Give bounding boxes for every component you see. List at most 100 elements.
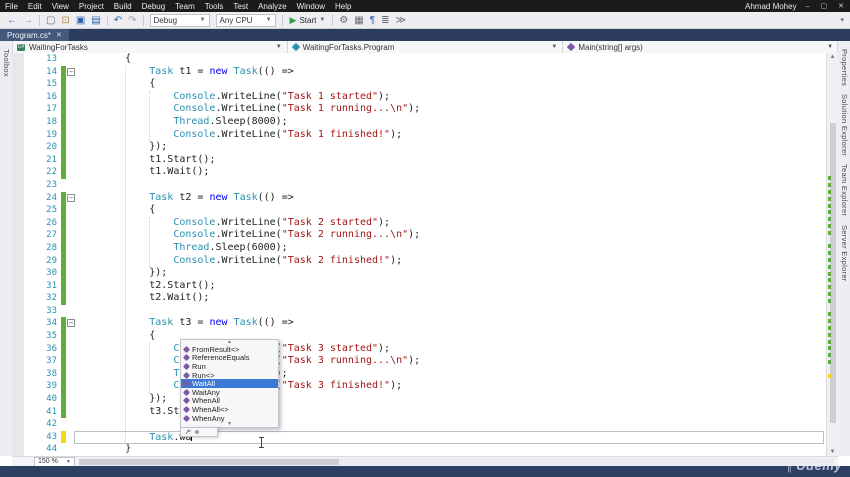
project-dropdown[interactable]: C# WaitingForTasks ▼	[12, 41, 288, 53]
code-line[interactable]: 23	[12, 178, 826, 192]
save-all-icon[interactable]: ▤	[88, 13, 103, 28]
menu-item-test[interactable]: Test	[228, 2, 253, 11]
sidebar-tab-toolbox[interactable]: Toolbox	[2, 49, 11, 77]
code-line[interactable]: 26 Console.WriteLine("Task 2 started");	[12, 216, 826, 230]
breakpoint-gutter[interactable]	[12, 241, 24, 255]
code-line[interactable]: 22 t1.Wait();	[12, 166, 826, 179]
breakpoint-gutter[interactable]	[12, 166, 24, 179]
menu-item-team[interactable]: Team	[170, 2, 200, 11]
code-line[interactable]: 42	[12, 418, 826, 431]
sidebar-tab-server-explorer[interactable]: Server Explorer	[840, 225, 849, 282]
intellisense-item-run[interactable]: Run	[181, 362, 278, 371]
member-dropdown[interactable]: Main(string[] args) ▼	[563, 41, 838, 53]
vertical-scrollbar[interactable]: ▲ ▼	[826, 53, 838, 456]
code-line[interactable]: 38Thread.Sleep(4000);	[12, 367, 826, 381]
nav-back-icon[interactable]: ←	[4, 13, 20, 28]
breakpoint-gutter[interactable]	[12, 229, 24, 242]
code-line[interactable]: 17 Console.WriteLine("Task 1 running...\n…	[12, 103, 826, 116]
breakpoint-gutter[interactable]	[12, 367, 24, 381]
code-line[interactable]: 20});	[12, 141, 826, 154]
breakpoint-gutter[interactable]	[12, 304, 24, 318]
code-line[interactable]: 37Console.WriteLine("Task 3 running...\n…	[12, 355, 826, 368]
collapse-icon[interactable]: −	[67, 193, 75, 202]
breakpoint-gutter[interactable]	[12, 418, 24, 431]
menu-item-project[interactable]: Project	[74, 2, 109, 11]
nav-forward-icon[interactable]: →	[20, 13, 36, 28]
open-file-icon[interactable]: ⊡	[58, 13, 72, 28]
start-debug-button[interactable]: ▶ Start ▼	[286, 15, 330, 26]
intellisense-item-waitany[interactable]: WaitAny	[181, 388, 278, 397]
breakpoint-gutter[interactable]	[12, 191, 24, 205]
breakpoint-gutter[interactable]	[12, 78, 24, 91]
solution-config-dropdown[interactable]: Debug ▼	[149, 13, 210, 27]
menu-item-file[interactable]: File	[0, 2, 23, 11]
menu-item-analyze[interactable]: Analyze	[253, 2, 291, 11]
breakpoint-gutter[interactable]	[12, 393, 24, 406]
breakpoint-gutter[interactable]	[12, 254, 24, 268]
breakpoint-gutter[interactable]	[12, 342, 24, 356]
breakpoint-gutter[interactable]	[12, 178, 24, 192]
sidebar-tab-solution-explorer[interactable]: Solution Explorer	[840, 94, 849, 156]
sidebar-tab-team-explorer[interactable]: Team Explorer	[840, 164, 849, 216]
find-icon[interactable]: ≫	[393, 13, 409, 28]
code-line[interactable]: 19 Console.WriteLine("Task 1 finished!");	[12, 128, 826, 142]
breakpoint-gutter[interactable]	[12, 430, 24, 444]
menu-item-edit[interactable]: Edit	[23, 2, 47, 11]
scrollbar-thumb[interactable]	[78, 458, 339, 465]
code-line[interactable]: 27 Console.WriteLine("Task 2 running...\n…	[12, 229, 826, 242]
menu-item-tools[interactable]: Tools	[200, 2, 229, 11]
breakpoint-gutter[interactable]	[12, 153, 24, 167]
breakpoint-gutter[interactable]	[12, 380, 24, 394]
code-line[interactable]: 30});	[12, 267, 826, 280]
new-file-icon[interactable]: ▢	[43, 13, 58, 28]
user-account-label[interactable]: Ahmad Mohey	[745, 2, 797, 11]
code-line[interactable]: 21 t1.Start();	[12, 153, 826, 167]
breakpoint-gutter[interactable]	[12, 317, 24, 331]
menu-item-view[interactable]: View	[47, 2, 74, 11]
code-line[interactable]: 36Console.WriteLine("Task 3 started");	[12, 342, 826, 356]
code-line[interactable]: 39Console.WriteLine("Task 3 finished!");	[12, 380, 826, 394]
breakpoint-gutter[interactable]	[12, 141, 24, 154]
undo-icon[interactable]: ↶	[111, 13, 125, 28]
code-line[interactable]: 44}	[12, 443, 826, 456]
code-line[interactable]: 31 t2.Start();	[12, 279, 826, 293]
breakpoint-gutter[interactable]	[12, 292, 24, 305]
menu-item-debug[interactable]: Debug	[137, 2, 171, 11]
breakpoint-gutter[interactable]	[12, 90, 24, 104]
intellisense-item-waitall[interactable]: WaitAll	[181, 379, 278, 388]
tab-close-icon[interactable]: ✕	[56, 31, 62, 39]
breakpoint-gutter[interactable]	[12, 216, 24, 230]
code-line[interactable]: 25 {	[12, 204, 826, 217]
zoom-dropdown[interactable]: 150 % ▼	[34, 456, 75, 467]
collapse-icon[interactable]: −	[67, 67, 75, 76]
intellisense-item-fromresult[interactable]: FromResult<>	[181, 345, 278, 354]
intellisense-item-whenall[interactable]: WhenAll	[181, 396, 278, 405]
breakpoint-gutter[interactable]	[12, 115, 24, 129]
breakpoint-gutter[interactable]	[12, 355, 24, 368]
horizontal-scrollbar[interactable]	[78, 457, 834, 466]
close-button[interactable]: ✕	[836, 2, 846, 10]
code-line[interactable]: 41t3.Start();	[12, 405, 826, 419]
breakpoint-gutter[interactable]	[12, 204, 24, 217]
code-line[interactable]: 35 {	[12, 330, 826, 343]
breakpoint-gutter[interactable]	[12, 103, 24, 116]
menu-item-build[interactable]: Build	[109, 2, 137, 11]
build-icon[interactable]: ⚙	[336, 13, 351, 28]
toolbar-overflow-icon[interactable]: ▾	[840, 16, 850, 24]
maximize-button[interactable]: ▢	[819, 2, 830, 10]
wrench-icon[interactable]	[184, 428, 192, 436]
breakpoint-gutter[interactable]	[12, 443, 24, 456]
code-line[interactable]: 29 Console.WriteLine("Task 2 finished!");	[12, 254, 826, 268]
breakpoint-gutter[interactable]	[12, 128, 24, 142]
minimize-button[interactable]: –	[804, 3, 812, 10]
menu-item-window[interactable]: Window	[292, 2, 330, 11]
save-icon[interactable]: ▣	[73, 13, 88, 28]
code-line[interactable]: 14− Task t1 = new Task(() =>	[12, 65, 826, 79]
breakpoint-gutter[interactable]	[12, 330, 24, 343]
breakpoint-gutter[interactable]	[12, 65, 24, 79]
code-line[interactable]: 15 {	[12, 78, 826, 91]
platform-dropdown[interactable]: Any CPU ▼	[215, 13, 276, 27]
code-line[interactable]: 32 t2.Wait();	[12, 292, 826, 305]
breakpoint-gutter[interactable]	[12, 405, 24, 419]
redo-icon[interactable]: ↷	[125, 13, 139, 28]
